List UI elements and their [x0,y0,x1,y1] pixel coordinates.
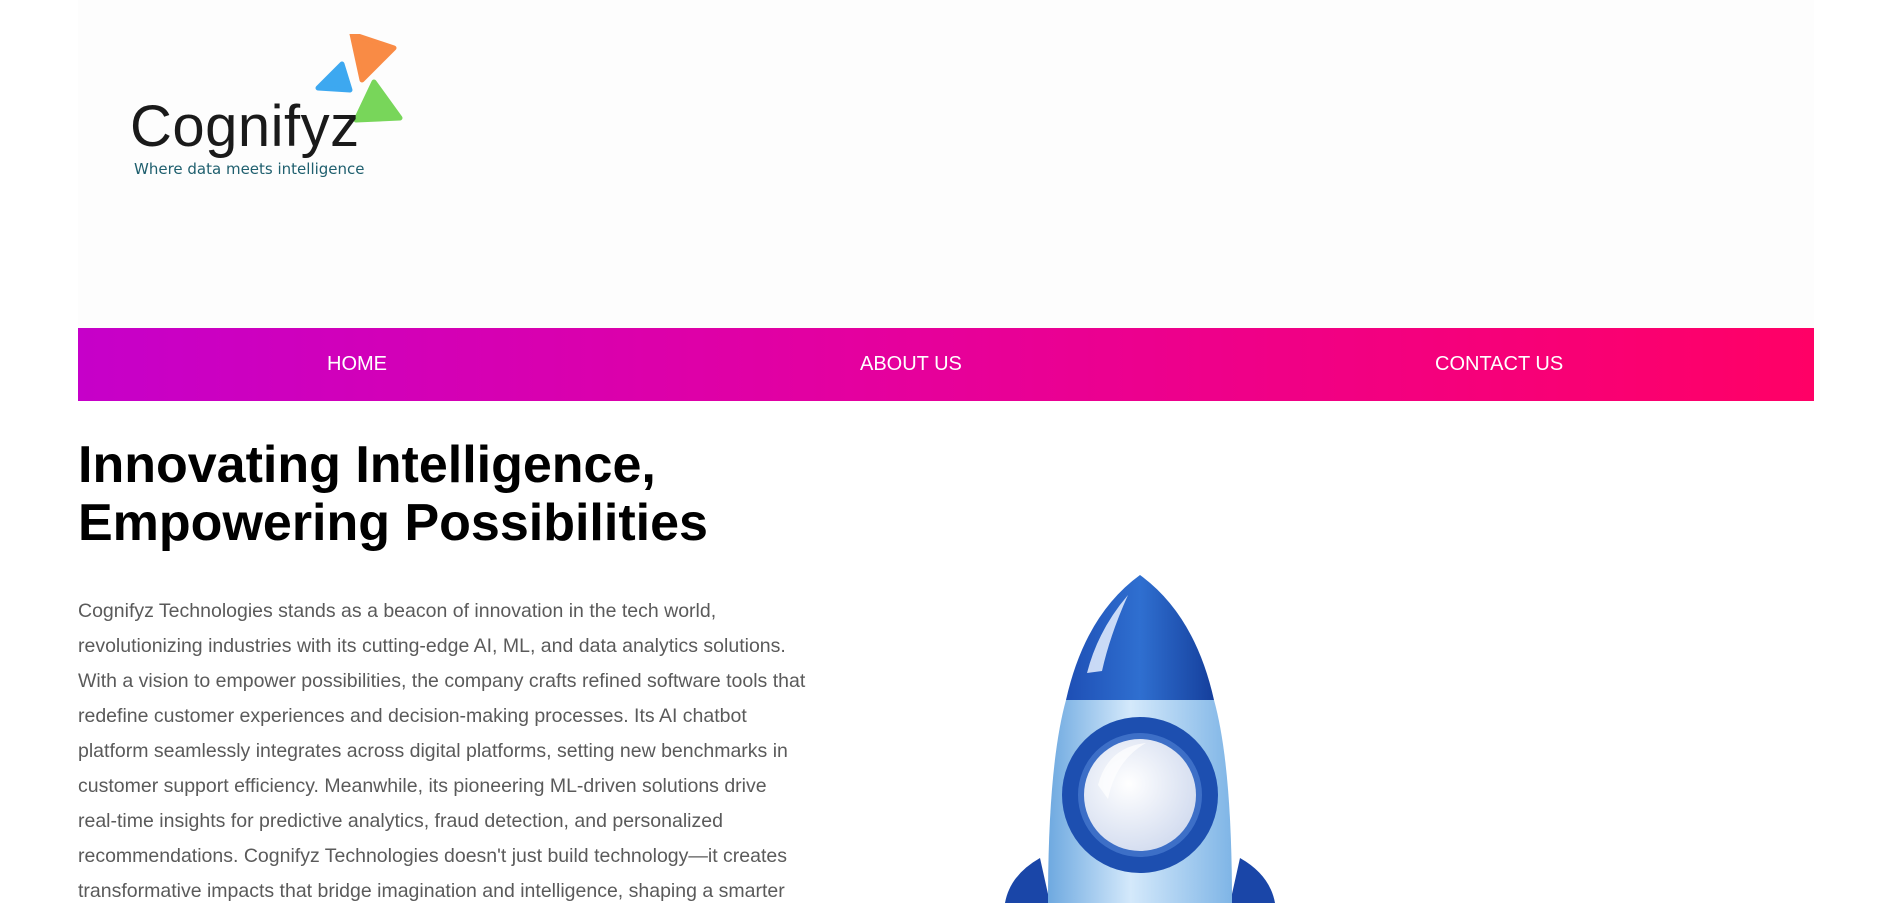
logo-tagline: Where data meets intelligence [134,160,365,178]
nav-about-link[interactable]: ABOUT US [860,328,962,401]
logo-name: Cognifyz [130,94,360,159]
hero-text-line: Cognifyz Technologies stands as a beacon… [78,600,717,622]
hero-text-line: customer support efficiency. Meanwhile, … [78,775,767,797]
nav-contact-link[interactable]: CONTACT US [1435,328,1563,401]
hero-text-line: real-time insights for predictive analyt… [78,810,723,832]
main-nav: HOME ABOUT US CONTACT US [78,328,1814,401]
hero-text-line: platform seamlessly integrates across di… [78,740,788,762]
hero-text-line: With a vision to empower possibilities, … [78,670,806,692]
hero-text-line: revolutionizing industries with its cutt… [78,635,786,657]
hero-text-line: transformative impacts that bridge imagi… [78,880,785,902]
hero-title-line-1: Innovating Intelligence, [78,436,656,494]
hero-title: Innovating Intelligence, Empowering Poss… [78,436,878,552]
hero-text-line: redefine customer experiences and decisi… [78,705,747,727]
hero-description: Cognifyz Technologies stands as a beacon… [78,594,838,909]
site-header: Cognifyz Where data meets intelligence [78,0,1814,328]
cognifyz-logo[interactable]: Cognifyz Where data meets intelligence [130,34,450,184]
rocket-icon [1005,575,1275,903]
hero-title-line-2: Empowering Possibilities [78,494,708,552]
nav-home-link[interactable]: HOME [327,328,387,401]
hero-text-line: recommendations. Cognifyz Technologies d… [78,845,788,867]
